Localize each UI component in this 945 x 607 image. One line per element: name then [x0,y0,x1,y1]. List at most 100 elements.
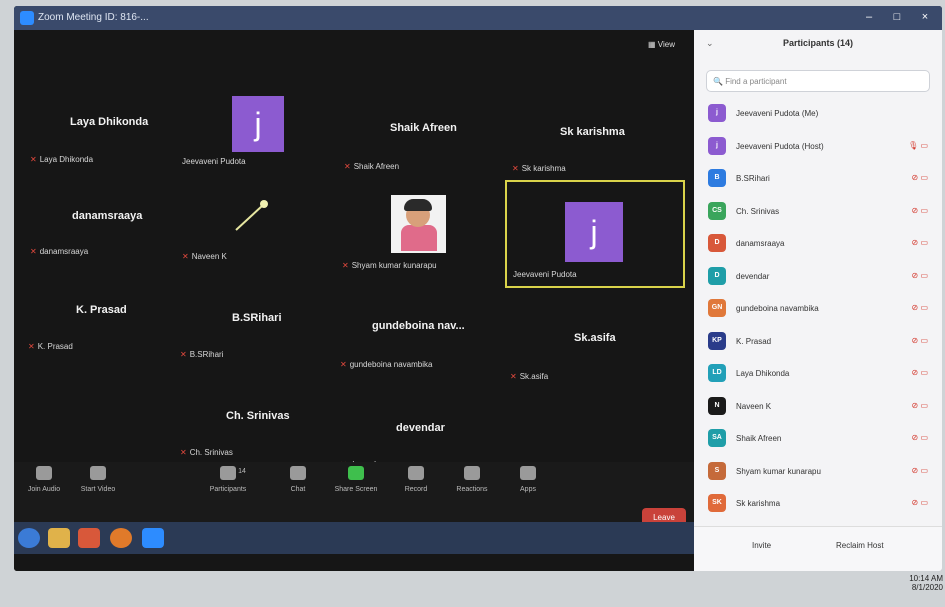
participant-name: Jeevaveni Pudota (Me) [736,109,819,118]
mic-video-muted-icon: ⊘ ▭ [911,400,928,410]
participant-name: Ch. Srinivas [736,206,780,216]
mic-muted-icon: ✕ [30,155,37,164]
participant-name: Laya Dhikonda [736,369,790,378]
chat-icon [290,466,306,480]
mic-muted-icon: ✕ [28,342,35,351]
participant-avatar: SA [708,429,726,447]
chat-button[interactable]: Chat [270,466,326,493]
close-button[interactable]: × [912,8,938,26]
participant-name: K. Prasad [736,336,772,346]
media-player-icon[interactable] [78,528,100,548]
participant-row[interactable]: Ddevendar ⊘ ▭ [708,266,934,287]
participant-row[interactable]: CS Ch. Srinivas ⊘ ▭ [708,201,934,222]
participant-name: Naveen K [736,401,772,411]
participant-name: gundeboina navambika [736,304,819,313]
start-icon[interactable] [18,528,40,548]
tile-name-srihari: B.SRihari [232,312,282,324]
view-label: View [657,40,675,49]
mic-video-muted-icon: ⊘ ▭ [911,335,928,345]
tile-name-prasad: K. Prasad [76,304,127,316]
participant-avatar: GN [708,299,726,317]
tile-label-srihari: ✕ B.SRihari [180,350,224,359]
participant-row[interactable]: N Naveen K ⊘ ▭ [708,396,934,417]
participant-avatar: j [708,136,726,155]
participant-row[interactable]: KP K. Prasad ⊘ ▭ [708,331,934,352]
mic-muted-icon: ✕ [340,360,347,369]
participant-avatar: S [708,461,726,480]
firefox-icon[interactable] [110,528,132,548]
participant-row[interactable]: j Jeevaveni Pudota (Me) [708,104,934,124]
participant-row[interactable]: Ddanamsraaya ⊘ ▭ [708,234,934,254]
invite-button[interactable]: Invite [752,541,771,550]
system-clock[interactable]: 10:14 AM 8/1/2020 [909,574,943,592]
tile-label-shaik: ✕ Shaik Afreen [344,162,400,171]
participants-panel: ⌄ Participants (14) 🔍 Find a participant… [694,30,942,571]
tile-label-asifa: ✕ Sk.asifa [510,372,549,381]
zoom-app-icon [20,11,34,25]
share-screen-icon [348,466,364,480]
reactions-button[interactable]: Reactions [444,466,500,493]
maximize-button[interactable]: □ [884,8,910,26]
participant-row[interactable]: SK Sk karishma ⊘ ▭ [708,494,934,514]
participant-row[interactable]: B B.SRihari ⊘ ▭ [708,169,934,189]
start-video-button[interactable]: Start Video [70,466,126,493]
participant-avatar: D [708,234,726,252]
tile-name-shaik: Shaik Afreen [390,122,457,134]
participant-row[interactable]: LD Laya Dhikonda ⊘ ▭ [708,364,934,384]
participant-row[interactable]: SA Shaik Afreen ⊘ ▭ [708,429,934,449]
participants-count: 14 [238,468,246,475]
apps-button[interactable]: Apps [500,466,556,493]
participant-avatar: D [708,266,726,285]
participant-row[interactable]: S Shyam kumar kunarapu ⊘ ▭ [708,461,934,482]
mic-muted-icon: ✕ [344,162,351,171]
participant-name: B.SRihari [736,174,770,183]
tile-name-gundeboina: gundeboina nav... [372,320,465,332]
tile-label-danam: ✕ danamsraaya [30,247,89,256]
mic-muted-icon: ✕ [182,252,189,261]
tile-label-naveen: ✕ Naveen K [182,252,227,261]
mic-video-muted-icon: ⊘ ▭ [911,270,928,280]
record-button[interactable]: Record [388,466,444,493]
participant-search-input[interactable]: 🔍 Find a participant [706,70,930,92]
tile-name-srinivas: Ch. Srinivas [226,410,290,422]
shyam-video-photo [391,195,446,253]
mic-muted-icon: ✕ [510,372,517,381]
participant-avatar: N [708,396,726,415]
meeting-toolbar: Join Audio Start Video Participants 14 C… [14,462,694,522]
participant-name: Jeevaveni Pudota (Host) [736,141,824,151]
tile-label-karishma: ✕ Sk karishma [512,164,566,173]
reclaim-host-button[interactable]: Reclaim Host [836,541,884,550]
reactions-icon [464,466,480,480]
participant-name: Shyam kumar kunarapu [736,466,821,476]
participants-title: Participants (14) [782,38,854,48]
participant-avatar: KP [708,331,726,350]
share-screen-button[interactable]: Share Screen [328,466,384,493]
participant-avatar: SK [708,494,726,512]
mic-video-muted-icon: ⊘ ▭ [911,368,928,377]
zoom-taskbar-icon[interactable] [142,528,164,548]
apps-icon [520,466,536,480]
participant-row[interactable]: j Jeevaveni Pudota (Host) 🎙 ▭ [708,136,934,157]
participant-avatar: j [708,104,726,122]
participant-avatar: B [708,169,726,187]
mic-muted-icon: ✕ [30,247,37,256]
mic-video-muted-icon: ⊘ ▭ [911,238,928,247]
avatar-jeevaveni: j [232,96,284,152]
active-speaker-tile[interactable]: j Jeevaveni Pudota [505,180,685,288]
participant-row[interactable]: GN gundeboina navambika ⊘ ▭ [708,299,934,319]
join-audio-button[interactable]: Join Audio [16,466,72,493]
title-bar: Zoom Meeting ID: 816-... – □ × [14,6,942,30]
folder-icon[interactable] [48,528,70,548]
view-button[interactable]: ▦ View [648,40,675,49]
mic-video-muted-icon: ⊘ ▭ [911,498,928,507]
participant-name: danamsraaya [736,239,785,248]
tile-name-laya: Laya Dhikonda [70,116,149,128]
tile-label-speaker: Jeevaveni Pudota [513,270,577,279]
window-title: Zoom Meeting ID: 816-... [38,12,149,23]
mic-video-muted-icon: ⊘ ▭ [911,433,928,442]
minimize-button[interactable]: – [856,8,882,26]
record-icon [408,466,424,480]
mic-muted-icon: ✕ [180,448,187,457]
participant-name: Sk karishma [736,499,781,508]
mic-video-muted-icon: 🎙 ▭ [908,140,928,150]
